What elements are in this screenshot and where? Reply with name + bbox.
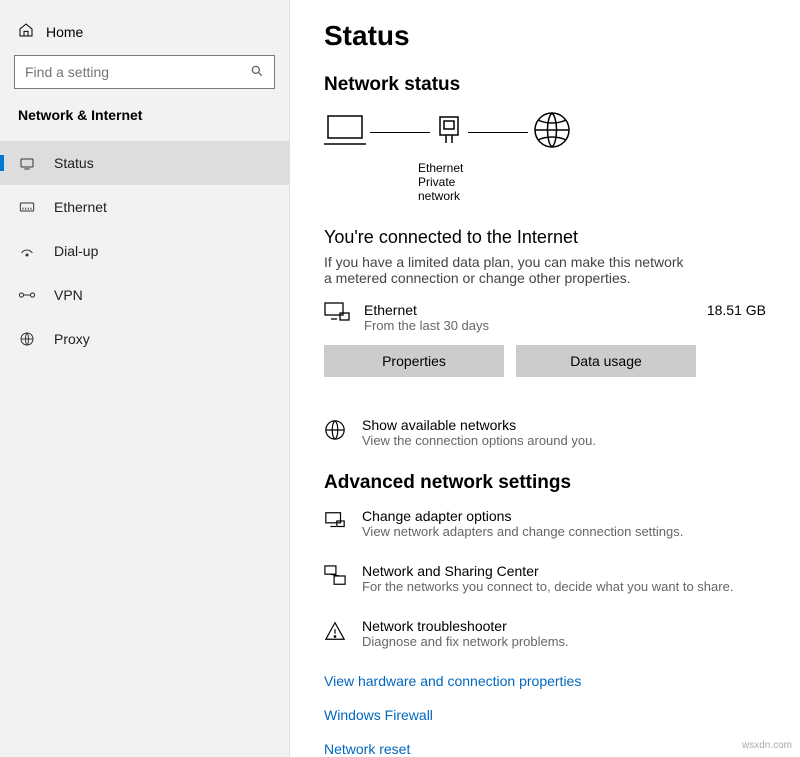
warning-icon <box>324 618 348 649</box>
properties-button[interactable]: Properties <box>324 345 504 377</box>
dialup-icon <box>18 243 36 259</box>
data-usage-button[interactable]: Data usage <box>516 345 696 377</box>
diagram-connection-name: Ethernet <box>418 161 444 175</box>
adapter-icon <box>324 508 348 539</box>
sidebar-item-label: Dial-up <box>54 243 98 259</box>
monitor-icon <box>324 302 350 329</box>
network-status-heading: Network status <box>324 74 766 96</box>
sidebar-section-title: Network & Internet <box>0 107 289 141</box>
page-title: Status <box>324 20 766 52</box>
main-content: Status Network status Ethernet Private n… <box>290 0 800 757</box>
link-windows-firewall[interactable]: Windows Firewall <box>324 707 766 723</box>
option-title: Show available networks <box>362 417 596 433</box>
proxy-icon <box>18 331 36 347</box>
network-diagram <box>324 110 766 155</box>
watermark: wsxdn.com <box>742 740 792 751</box>
sidebar: Home Network & Internet Status Ethernet … <box>0 0 290 757</box>
network-troubleshooter[interactable]: Network troubleshooter Diagnose and fix … <box>324 618 766 649</box>
computer-icon <box>324 113 366 152</box>
advanced-heading: Advanced network settings <box>324 472 766 494</box>
search-icon <box>250 64 264 81</box>
connected-heading: You're connected to the Internet <box>324 227 766 248</box>
option-title: Network troubleshooter <box>362 618 569 634</box>
vpn-icon <box>18 288 36 302</box>
diagram-line <box>370 132 430 133</box>
diagram-labels: Ethernet Private network <box>324 161 444 203</box>
link-network-reset[interactable]: Network reset <box>324 741 766 757</box>
option-title: Network and Sharing Center <box>362 563 733 579</box>
diagram-network-type: Private network <box>418 175 444 203</box>
home-label: Home <box>46 24 83 40</box>
sidebar-item-status[interactable]: Status <box>0 141 289 185</box>
option-subtitle: View the connection options around you. <box>362 433 596 448</box>
search-input[interactable] <box>14 55 275 89</box>
home-icon <box>18 22 34 41</box>
sidebar-item-ethernet[interactable]: Ethernet <box>0 185 289 229</box>
option-subtitle: For the networks you connect to, decide … <box>362 579 733 594</box>
sidebar-item-label: Proxy <box>54 331 90 347</box>
connected-description: If you have a limited data plan, you can… <box>324 254 684 286</box>
connection-sub: From the last 30 days <box>364 318 693 333</box>
link-hardware-properties[interactable]: View hardware and connection properties <box>324 673 766 689</box>
sidebar-item-label: VPN <box>54 287 83 303</box>
connection-data-usage: 18.51 GB <box>707 302 766 318</box>
globe-small-icon <box>324 417 348 448</box>
sidebar-item-dialup[interactable]: Dial-up <box>0 229 289 273</box>
network-sharing-center[interactable]: Network and Sharing Center For the netwo… <box>324 563 766 594</box>
sidebar-item-proxy[interactable]: Proxy <box>0 317 289 361</box>
sidebar-item-label: Ethernet <box>54 199 107 215</box>
sidebar-item-vpn[interactable]: VPN <box>0 273 289 317</box>
router-icon <box>434 113 464 152</box>
ethernet-icon <box>18 200 36 214</box>
option-subtitle: Diagnose and fix network problems. <box>362 634 569 649</box>
status-icon <box>18 155 36 171</box>
change-adapter-options[interactable]: Change adapter options View network adap… <box>324 508 766 539</box>
connection-name: Ethernet <box>364 302 693 318</box>
option-title: Change adapter options <box>362 508 683 524</box>
globe-icon <box>532 110 572 155</box>
sharing-icon <box>324 563 348 594</box>
sidebar-item-label: Status <box>54 155 94 171</box>
show-available-networks[interactable]: Show available networks View the connect… <box>324 417 766 448</box>
option-subtitle: View network adapters and change connect… <box>362 524 683 539</box>
home-link[interactable]: Home <box>0 12 289 55</box>
diagram-line <box>468 132 528 133</box>
connection-row: Ethernet From the last 30 days 18.51 GB <box>324 302 766 333</box>
search-field[interactable] <box>25 64 250 80</box>
